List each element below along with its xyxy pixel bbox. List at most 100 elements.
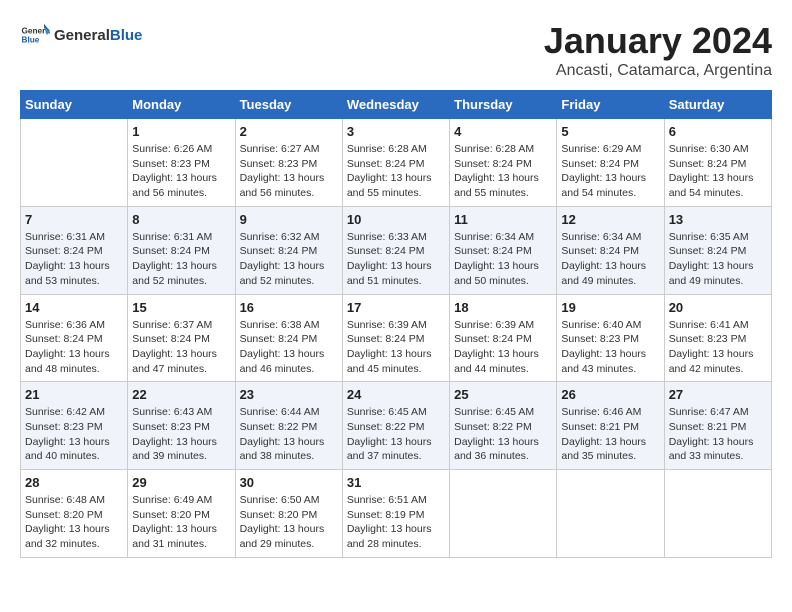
calendar-header: SundayMondayTuesdayWednesdayThursdayFrid… xyxy=(21,91,772,119)
day-number: 21 xyxy=(25,387,123,402)
weekday-header-row: SundayMondayTuesdayWednesdayThursdayFrid… xyxy=(21,91,772,119)
day-number: 27 xyxy=(669,387,767,402)
calendar-cell: 4Sunrise: 6:28 AMSunset: 8:24 PMDaylight… xyxy=(450,119,557,207)
calendar-cell: 21Sunrise: 6:42 AMSunset: 8:23 PMDayligh… xyxy=(21,382,128,470)
day-info: Sunrise: 6:33 AMSunset: 8:24 PMDaylight:… xyxy=(347,230,445,289)
calendar-cell: 29 Sunrise: 6:49 AMSunset: 8:20 PMDayligh… xyxy=(128,470,235,558)
calendar-cell: 14 Sunrise: 6:36 AMSunset: 8:24 PMDayligh… xyxy=(21,294,128,382)
weekday-header-tuesday: Tuesday xyxy=(235,91,342,119)
calendar-cell: 2 Sunrise: 6:27 AMSunset: 8:23 PMDaylight… xyxy=(235,119,342,207)
day-info: Sunrise: 6:34 AMSunset: 8:24 PMDaylight:… xyxy=(454,230,552,289)
header: General Blue General Blue January 2024 A… xyxy=(20,20,772,80)
day-number: 19 xyxy=(561,300,659,315)
calendar-cell: 22 Sunrise: 6:43 AMSunset: 8:23 PMDayligh… xyxy=(128,382,235,470)
weekday-header-friday: Friday xyxy=(557,91,664,119)
calendar-cell: 25 Sunrise: 6:45 AMSunset: 8:22 PMDayligh… xyxy=(450,382,557,470)
day-info: Sunrise: 6:48 AMSunset: 8:20 PMDaylight:… xyxy=(25,493,123,552)
calendar-cell: 23 Sunrise: 6:44 AMSunset: 8:22 PMDayligh… xyxy=(235,382,342,470)
weekday-header-thursday: Thursday xyxy=(450,91,557,119)
day-number: 9 xyxy=(240,212,338,227)
calendar-cell: 10 Sunrise: 6:33 AMSunset: 8:24 PMDayligh… xyxy=(342,206,449,294)
day-info: Sunrise: 6:35 AMSunset: 8:24 PMDaylight:… xyxy=(669,230,767,289)
day-info: Sunrise: 6:45 AMSunset: 8:22 PMDaylight:… xyxy=(454,405,552,464)
day-info: Sunrise: 6:49 AMSunset: 8:20 PMDaylight:… xyxy=(132,493,230,552)
calendar-cell: 28 Sunrise: 6:48 AMSunset: 8:20 PMDayligh… xyxy=(21,470,128,558)
day-number: 7 xyxy=(25,212,123,227)
day-number: 23 xyxy=(240,387,338,402)
location-title: Ancasti, Catamarca, Argentina xyxy=(544,62,772,80)
calendar-cell: 5 Sunrise: 6:29 AMSunset: 8:24 PMDaylight… xyxy=(557,119,664,207)
calendar-cell xyxy=(21,119,128,207)
calendar-cell: 3 Sunrise: 6:28 AMSunset: 8:24 PMDaylight… xyxy=(342,119,449,207)
day-number: 17 xyxy=(347,300,445,315)
day-number: 22 xyxy=(132,387,230,402)
calendar-cell: 30 Sunrise: 6:50 AMSunset: 8:20 PMDayligh… xyxy=(235,470,342,558)
day-number: 28 xyxy=(25,475,123,490)
calendar-cell: 15 Sunrise: 6:37 AMSunset: 8:24 PMDayligh… xyxy=(128,294,235,382)
calendar-cell: 24 Sunrise: 6:45 AMSunset: 8:22 PMDayligh… xyxy=(342,382,449,470)
calendar-cell: 9 Sunrise: 6:32 AMSunset: 8:24 PMDaylight… xyxy=(235,206,342,294)
day-number: 5 xyxy=(561,124,659,139)
day-info: Sunrise: 6:51 AMSunset: 8:19 PMDaylight:… xyxy=(347,493,445,552)
day-info: Sunrise: 6:34 AMSunset: 8:24 PMDaylight:… xyxy=(561,230,659,289)
day-number: 25 xyxy=(454,387,552,402)
week-row-4: 21Sunrise: 6:42 AMSunset: 8:23 PMDayligh… xyxy=(21,382,772,470)
day-number: 14 xyxy=(25,300,123,315)
week-row-1: 1 Sunrise: 6:26 AMSunset: 8:23 PMDaylight… xyxy=(21,119,772,207)
day-number: 8 xyxy=(132,212,230,227)
day-info: Sunrise: 6:44 AMSunset: 8:22 PMDaylight:… xyxy=(240,405,338,464)
calendar-cell: 1 Sunrise: 6:26 AMSunset: 8:23 PMDaylight… xyxy=(128,119,235,207)
calendar-cell: 12 Sunrise: 6:34 AMSunset: 8:24 PMDayligh… xyxy=(557,206,664,294)
day-number: 29 xyxy=(132,475,230,490)
day-info: Sunrise: 6:47 AMSunset: 8:21 PMDaylight:… xyxy=(669,405,767,464)
logo-general-text: General xyxy=(54,27,110,44)
day-number: 12 xyxy=(561,212,659,227)
title-area: January 2024 Ancasti, Catamarca, Argenti… xyxy=(544,20,772,80)
day-info: Sunrise: 6:46 AMSunset: 8:21 PMDaylight:… xyxy=(561,405,659,464)
day-info: Sunrise: 6:45 AMSunset: 8:22 PMDaylight:… xyxy=(347,405,445,464)
calendar-cell: 6 Sunrise: 6:30 AMSunset: 8:24 PMDaylight… xyxy=(664,119,771,207)
day-number: 30 xyxy=(240,475,338,490)
calendar-cell xyxy=(450,470,557,558)
day-number: 15 xyxy=(132,300,230,315)
week-row-5: 28 Sunrise: 6:48 AMSunset: 8:20 PMDayligh… xyxy=(21,470,772,558)
calendar-cell: 11Sunrise: 6:34 AMSunset: 8:24 PMDayligh… xyxy=(450,206,557,294)
day-info: Sunrise: 6:36 AMSunset: 8:24 PMDaylight:… xyxy=(25,318,123,377)
calendar-cell: 7Sunrise: 6:31 AMSunset: 8:24 PMDaylight… xyxy=(21,206,128,294)
day-info: Sunrise: 6:27 AMSunset: 8:23 PMDaylight:… xyxy=(240,142,338,201)
day-number: 3 xyxy=(347,124,445,139)
calendar-cell xyxy=(557,470,664,558)
day-number: 6 xyxy=(669,124,767,139)
month-title: January 2024 xyxy=(544,20,772,62)
day-info: Sunrise: 6:41 AMSunset: 8:23 PMDaylight:… xyxy=(669,318,767,377)
calendar-cell: 13Sunrise: 6:35 AMSunset: 8:24 PMDayligh… xyxy=(664,206,771,294)
day-info: Sunrise: 6:26 AMSunset: 8:23 PMDaylight:… xyxy=(132,142,230,201)
day-number: 24 xyxy=(347,387,445,402)
day-number: 2 xyxy=(240,124,338,139)
calendar-cell: 19Sunrise: 6:40 AMSunset: 8:23 PMDayligh… xyxy=(557,294,664,382)
day-info: Sunrise: 6:30 AMSunset: 8:24 PMDaylight:… xyxy=(669,142,767,201)
weekday-header-wednesday: Wednesday xyxy=(342,91,449,119)
day-info: Sunrise: 6:28 AMSunset: 8:24 PMDaylight:… xyxy=(454,142,552,201)
svg-text:Blue: Blue xyxy=(22,36,40,45)
calendar-body: 1 Sunrise: 6:26 AMSunset: 8:23 PMDaylight… xyxy=(21,119,772,558)
day-info: Sunrise: 6:31 AMSunset: 8:24 PMDaylight:… xyxy=(132,230,230,289)
logo-icon: General Blue xyxy=(20,20,50,50)
calendar-table: SundayMondayTuesdayWednesdayThursdayFrid… xyxy=(20,90,772,558)
day-number: 1 xyxy=(132,124,230,139)
calendar-cell xyxy=(664,470,771,558)
calendar-cell: 17Sunrise: 6:39 AMSunset: 8:24 PMDayligh… xyxy=(342,294,449,382)
day-number: 16 xyxy=(240,300,338,315)
day-info: Sunrise: 6:37 AMSunset: 8:24 PMDaylight:… xyxy=(132,318,230,377)
day-info: Sunrise: 6:43 AMSunset: 8:23 PMDaylight:… xyxy=(132,405,230,464)
day-info: Sunrise: 6:32 AMSunset: 8:24 PMDaylight:… xyxy=(240,230,338,289)
week-row-2: 7 Sunrise: 6:31 AMSunset: 8:24 PMDaylight… xyxy=(21,206,772,294)
calendar-cell: 16Sunrise: 6:38 AMSunset: 8:24 PMDayligh… xyxy=(235,294,342,382)
calendar-cell: 20Sunrise: 6:41 AMSunset: 8:23 PMDayligh… xyxy=(664,294,771,382)
day-info: Sunrise: 6:29 AMSunset: 8:24 PMDaylight:… xyxy=(561,142,659,201)
day-info: Sunrise: 6:50 AMSunset: 8:20 PMDaylight:… xyxy=(240,493,338,552)
day-info: Sunrise: 6:28 AMSunset: 8:24 PMDaylight:… xyxy=(347,142,445,201)
day-number: 10 xyxy=(347,212,445,227)
calendar-cell: 18Sunrise: 6:39 AMSunset: 8:24 PMDayligh… xyxy=(450,294,557,382)
day-number: 31 xyxy=(347,475,445,490)
